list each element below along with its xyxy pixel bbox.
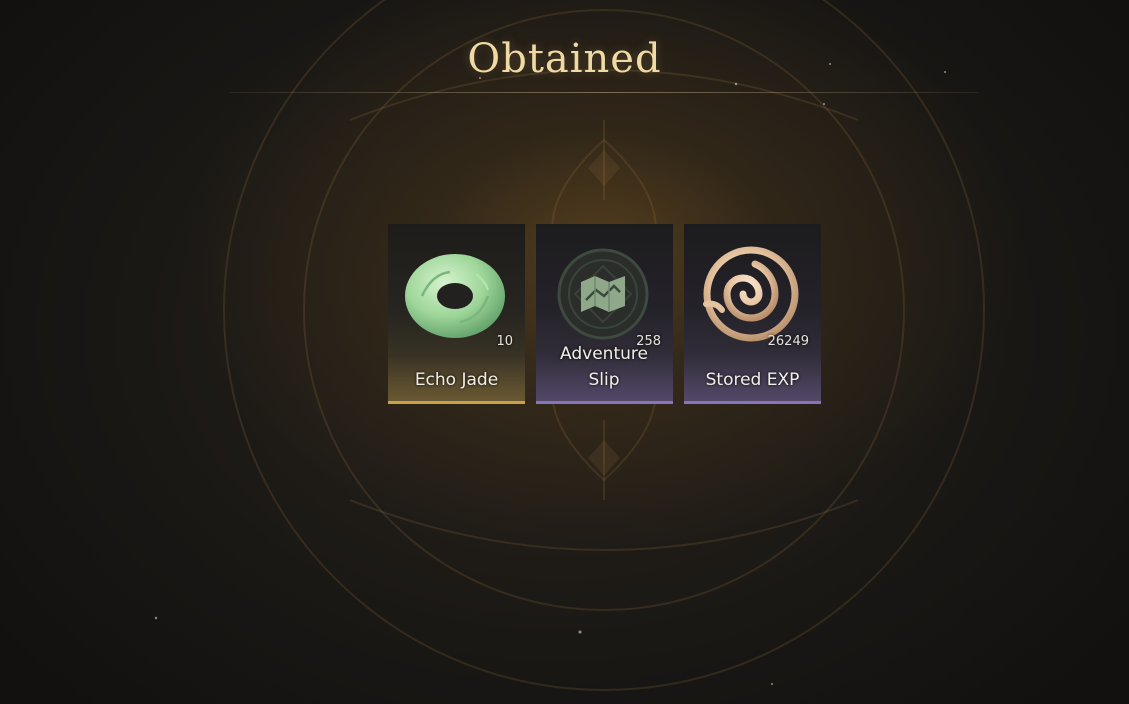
jade-disc-icon xyxy=(405,254,505,338)
reward-list: 10 Echo Jade 258 Adventure Slip 26249 St… xyxy=(388,224,821,404)
page-title: Obtained xyxy=(467,36,662,82)
spiral-exp-icon xyxy=(703,246,799,342)
map-slip-icon xyxy=(557,248,649,340)
item-name: Adventure Slip xyxy=(560,344,648,390)
reward-screen[interactable]: Obtained 10 Echo Jade 258 Adventure Slip… xyxy=(0,0,1129,704)
item-quantity: 26249 xyxy=(767,334,809,349)
reward-card-adventure-slip[interactable]: 258 Adventure Slip xyxy=(536,224,673,404)
reward-card-echo-jade[interactable]: 10 Echo Jade xyxy=(388,224,525,404)
item-name: Stored EXP xyxy=(705,370,800,390)
item-name: Echo Jade xyxy=(414,370,499,390)
reward-card-stored-exp[interactable]: 26249 Stored EXP xyxy=(684,224,821,404)
item-quantity: 10 xyxy=(496,334,513,349)
title-divider xyxy=(230,92,978,93)
